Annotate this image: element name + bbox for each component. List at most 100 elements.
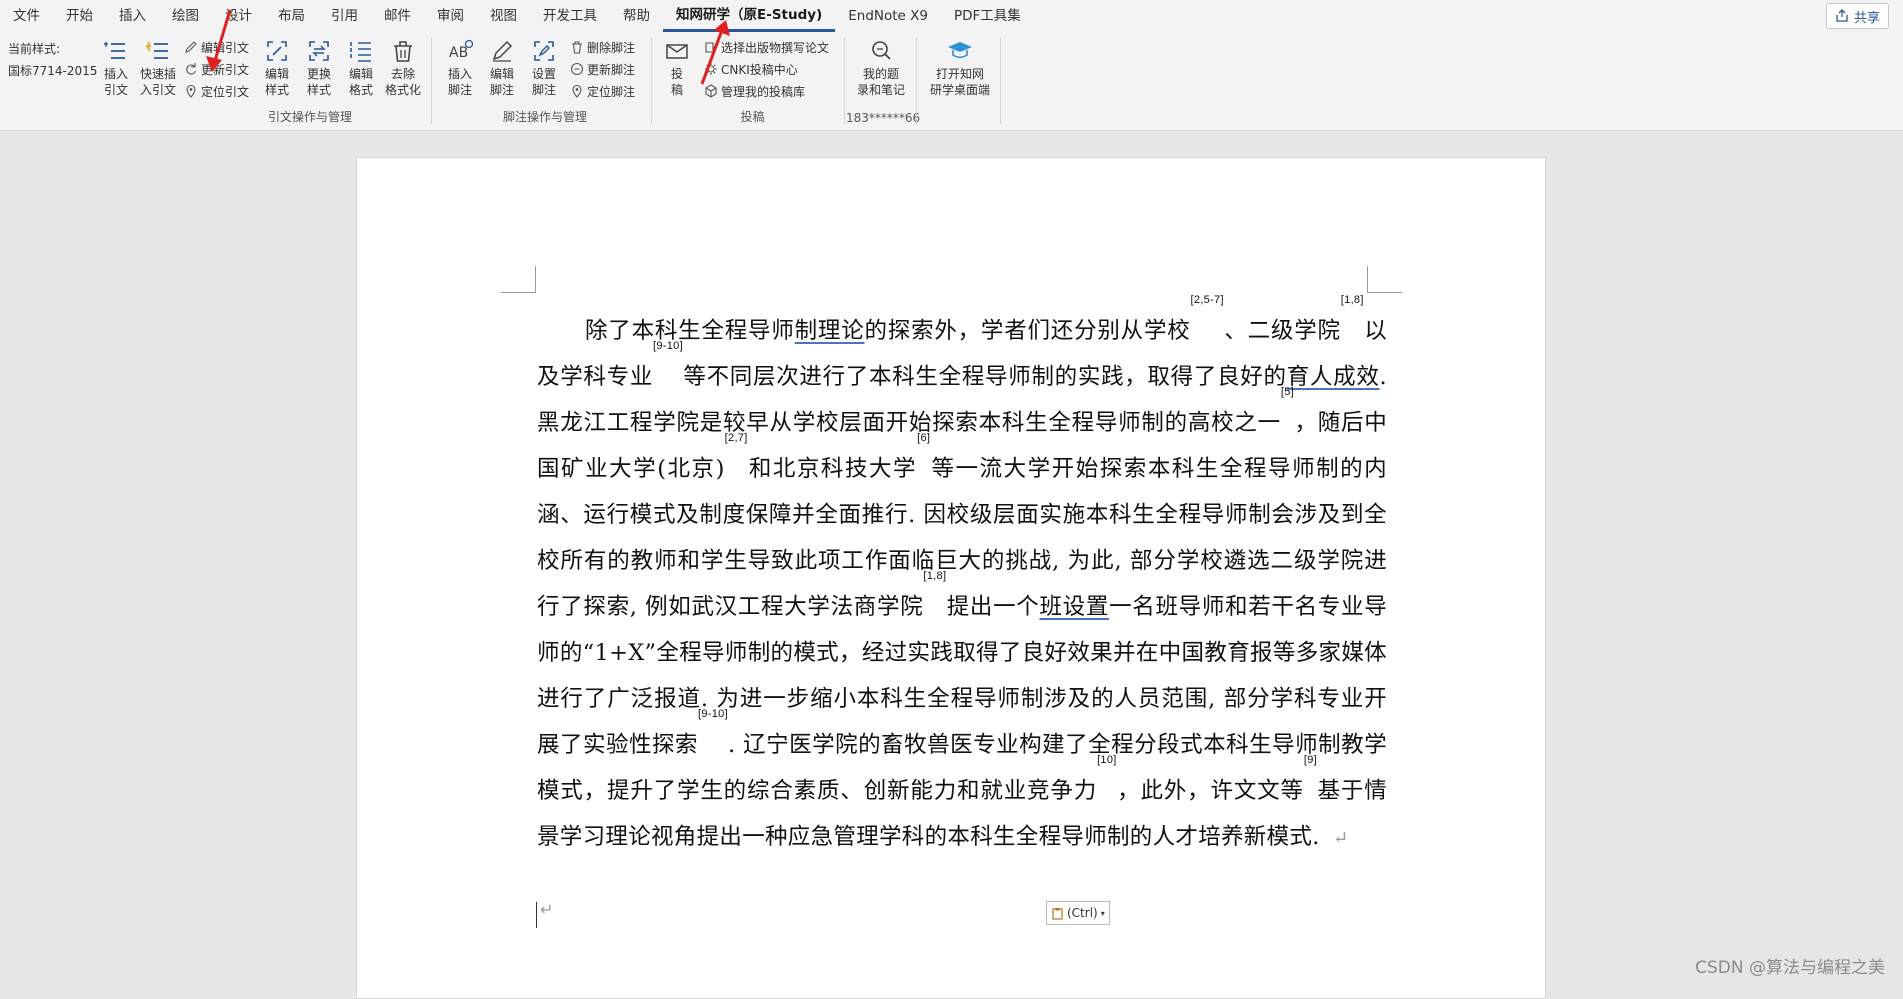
locate-footnote-button[interactable]: 定位脚注: [570, 80, 635, 102]
refresh-circle-icon: [570, 62, 584, 76]
tab-item[interactable]: 开始: [53, 0, 106, 32]
update-citation-label: 更新引文: [201, 62, 250, 77]
remove-format-button[interactable]: 去除 格式化: [380, 36, 426, 98]
tab-item[interactable]: 审阅: [424, 0, 477, 32]
group-label-footnote: 脚注操作与管理: [502, 110, 587, 124]
citation-superscript[interactable]: [6]: [917, 432, 930, 444]
edit-format-button[interactable]: 编辑 格式: [341, 36, 381, 98]
ribbon-separator: [916, 38, 917, 124]
citation-superscript[interactable]: [10]: [1097, 754, 1117, 766]
citation-superscript[interactable]: [9-10]: [698, 708, 728, 720]
location-pin-icon: [186, 84, 196, 98]
update-footnote-button[interactable]: 更新脚注: [570, 58, 635, 80]
location-pin-icon: [572, 84, 582, 98]
quick-insert-icon: [145, 41, 168, 59]
citation-superscript[interactable]: [9]: [1304, 754, 1317, 766]
edit-citation-button[interactable]: 编辑引文: [184, 36, 249, 58]
citation-superscript[interactable]: [2,7]: [725, 432, 748, 444]
locate-citation-button[interactable]: 定位引文: [184, 80, 249, 102]
change-style-button[interactable]: 更换 样式: [299, 36, 339, 98]
tab-item[interactable]: 开发工具: [530, 0, 610, 32]
edit-style-button[interactable]: 编辑 样式: [257, 36, 297, 98]
select-publication-button[interactable]: 选择出版物撰写论文: [704, 36, 829, 58]
edit-footnote-button[interactable]: 编辑 脚注: [482, 36, 522, 98]
submit-button[interactable]: 投 稿: [660, 36, 694, 98]
insert-citation-label-2: 引文: [103, 83, 128, 97]
delete-icon: [572, 41, 582, 54]
current-style-value[interactable]: 国标7714-2015: [8, 60, 97, 82]
insert-footnote-label-2: 脚注: [447, 83, 472, 97]
text-run: 的探索外，学者们还分别从学校: [864, 318, 1191, 344]
tab-item[interactable]: 帮助: [610, 0, 663, 32]
tab-item[interactable]: EndNote X9: [835, 0, 941, 32]
envelope-icon: [666, 44, 688, 59]
remove-format-label-1: 去除: [390, 67, 415, 81]
tab-item[interactable]: 文件: [0, 0, 53, 32]
edit-format-label-1: 编辑: [348, 67, 373, 81]
book-edit-icon: [705, 42, 717, 53]
insert-citation-icon: [104, 42, 125, 59]
insert-citation-button[interactable]: 插入 引文: [96, 36, 136, 98]
open-desktop-label-1: 打开知网: [935, 67, 984, 81]
group-footnote: AB 插入 脚注 编辑 脚注 设置 脚注 删除脚注 更新脚注 定位脚注 脚注操作…: [440, 32, 650, 130]
empty-paragraph-mark: ↵: [540, 900, 554, 919]
citation-superscript[interactable]: [1,8]: [1341, 294, 1364, 306]
tab-item[interactable]: 知网研学（原E-Study): [663, 0, 836, 32]
edit-style-label-2: 样式: [264, 83, 289, 97]
tab-item[interactable]: 插入: [106, 0, 159, 32]
ribbon-separator: [1000, 38, 1001, 124]
set-footnote-label-2: 脚注: [531, 83, 556, 97]
ribbon-separator: [651, 38, 652, 124]
tab-item[interactable]: 布局: [265, 0, 318, 32]
submit-label-2: 稿: [670, 83, 683, 97]
submit-label-1: 投: [670, 67, 683, 81]
group-label-submission: 投稿: [740, 110, 765, 124]
tab-item[interactable]: 视图: [477, 0, 530, 32]
watermark: CSDN @算法与编程之美: [1695, 958, 1885, 978]
set-footnote-icon: [534, 41, 554, 61]
delete-footnote-button[interactable]: 删除脚注: [570, 36, 635, 58]
paste-options-button[interactable]: (Ctrl) ▾: [1046, 901, 1110, 925]
cnki-submission-center-button[interactable]: CNKI投稿中心: [704, 58, 798, 80]
insert-footnote-icon: AB: [449, 39, 473, 61]
insert-citation-label-1: 插入: [103, 67, 128, 81]
cnki-submission-center-label: CNKI投稿中心: [721, 62, 798, 77]
tab-item[interactable]: PDF工具集: [941, 0, 1034, 32]
citation-superscript[interactable]: [1,8]: [923, 570, 946, 582]
tab-item[interactable]: 设计: [212, 0, 265, 32]
group-submission: 投 稿 选择出版物撰写论文 CNKI投稿中心 管理我的投稿库 投稿: [660, 32, 845, 130]
tab-item[interactable]: 引用: [318, 0, 371, 32]
locate-citation-label: 定位引文: [201, 84, 250, 99]
manage-submission-library-button[interactable]: 管理我的投稿库: [704, 80, 805, 102]
edit-style-label-1: 编辑: [264, 67, 289, 81]
set-footnote-button[interactable]: 设置 脚注: [524, 36, 564, 98]
document-paragraph[interactable]: 除了本科生全程导师制理论的探索外，学者们还分别从学校[2,5-7]、二级学院[1…: [537, 295, 1387, 862]
citation-superscript[interactable]: [2,5-7]: [1191, 294, 1224, 306]
citation-superscript[interactable]: [5]: [1281, 386, 1294, 398]
my-notes-button[interactable]: 我的题 录和笔记: [852, 36, 910, 98]
paragraph-mark: ↵: [1333, 828, 1349, 849]
citation-superscript[interactable]: [9-10]: [653, 340, 683, 352]
update-citation-button[interactable]: 更新引文: [184, 58, 249, 80]
share-button[interactable]: 共享: [1825, 3, 1889, 29]
current-style: 当前样式: 国标7714-2015: [8, 38, 97, 82]
account-id: 183******66: [846, 111, 921, 125]
group-account: 我的题 录和笔记 183******66: [846, 32, 921, 130]
tab-item[interactable]: 绘图: [159, 0, 212, 32]
insert-footnote-button[interactable]: AB 插入 脚注: [440, 36, 480, 98]
current-style-label: 当前样式:: [8, 42, 61, 56]
tab-item[interactable]: 邮件: [371, 0, 424, 32]
document-body[interactable]: 除了本科生全程导师制理论的探索外，学者们还分别从学校[2,5-7]、二级学院[1…: [537, 295, 1387, 862]
change-style-label-2: 样式: [306, 83, 331, 97]
text-run: 和北京科技大学: [747, 456, 918, 482]
underlined-text: 育人成效: [1286, 364, 1380, 390]
document-page[interactable]: 除了本科生全程导师制理论的探索外，学者们还分别从学校[2,5-7]、二级学院[1…: [356, 157, 1546, 999]
quick-insert-citation-button[interactable]: 快速插 入引文: [138, 36, 178, 98]
underlined-text: 班设置: [1039, 594, 1110, 620]
update-footnote-label: 更新脚注: [587, 62, 636, 77]
my-notes-label-1: 我的题: [862, 67, 899, 81]
quick-insert-label-1: 快速插: [139, 67, 176, 81]
open-desktop-button[interactable]: 打开知网 研学桌面端: [924, 36, 996, 98]
paste-options-label: (Ctrl): [1067, 906, 1098, 920]
dropdown-arrow-icon: ▾: [1100, 908, 1105, 918]
